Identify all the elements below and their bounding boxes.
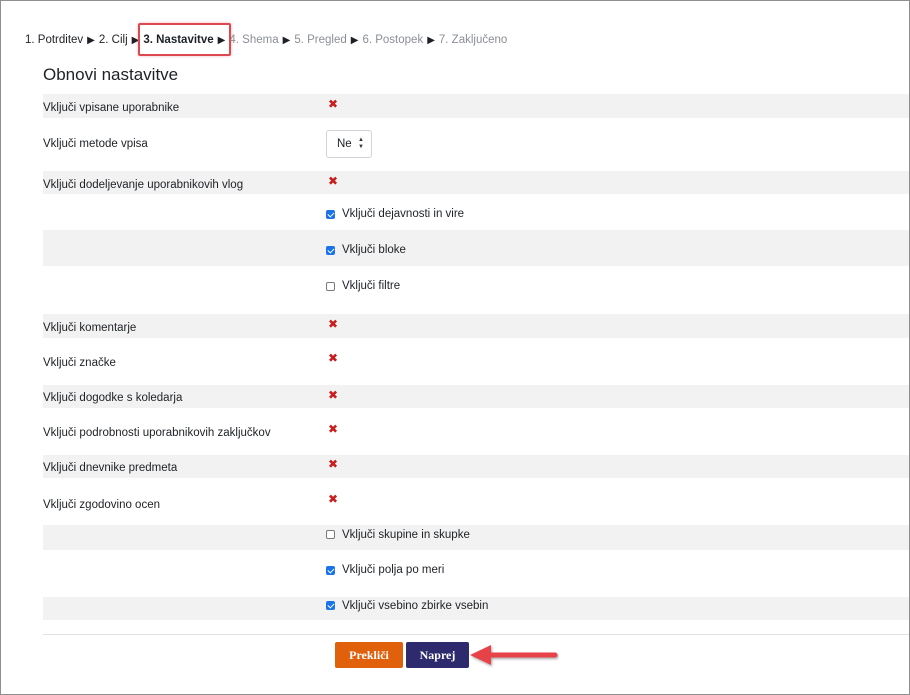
x-icon: ✖ (328, 422, 339, 436)
select-value: Ne (337, 138, 352, 150)
setting-row-filters: Vključi filtre (43, 266, 909, 314)
x-icon: ✖ (328, 97, 339, 111)
current-step-highlight-box (138, 23, 231, 56)
setting-row-course-logs: Vključi dnevnike predmeta ✖ (43, 455, 909, 478)
step-separator-icon: ▶ (350, 34, 359, 46)
checkbox-label: Vključi filtre (342, 280, 401, 292)
setting-row-comments: Vključi komentarje ✖ (43, 314, 909, 338)
setting-row-blocks: Vključi bloke (43, 230, 909, 266)
filters-checkbox[interactable] (326, 282, 335, 291)
setting-label: Vključi dodeljevanje uporabnikovih vlog (43, 179, 244, 191)
x-icon: ✖ (328, 457, 339, 471)
x-icon: ✖ (328, 317, 339, 331)
step-separator-icon: ▶ (427, 34, 435, 46)
x-icon: ✖ (328, 174, 339, 188)
custom-fields-checkbox[interactable] (326, 566, 335, 575)
x-icon: ✖ (328, 492, 339, 506)
setting-label: Vključi podrobnosti uporabnikovih zaklju… (43, 427, 271, 439)
cancel-button[interactable]: Prekliči (335, 642, 403, 668)
activities-checkbox[interactable] (326, 210, 335, 219)
step-process: 6. Postopek (362, 34, 424, 46)
setting-row-enrolled-users: Vključi vpisane uporabnike ✖ (43, 94, 909, 118)
checkbox-label: Vključi bloke (342, 244, 406, 256)
setting-row-activities: Vključi dejavnosti in vire (43, 194, 909, 230)
setting-row-content-bank: Vključi vsebino zbirke vsebin (43, 597, 909, 620)
step-complete: 7. Zaključeno (438, 34, 508, 46)
step-separator-icon: ▶ (282, 34, 291, 46)
setting-label: Vključi komentarje (43, 322, 137, 334)
setting-row-enrol-methods: Vključi metode vpisa Ne ▲ ▼ (43, 118, 909, 171)
setting-label: Vključi vpisane uporabnike (43, 102, 180, 114)
checkbox-label: Vključi dejavnosti in vire (342, 208, 465, 220)
groups-checkbox[interactable] (326, 530, 335, 539)
step-confirm: 1. Potrditev (25, 34, 84, 46)
form-divider (43, 634, 909, 635)
setting-row-groups: Vključi skupine in skupke (43, 525, 909, 550)
select-caret-icon: ▲ ▼ (358, 137, 364, 150)
x-icon: ✖ (328, 351, 339, 365)
section-title: Obnovi nastavitve (43, 65, 179, 84)
setting-row-completion-details: Vključi podrobnosti uporabnikovih zaklju… (43, 408, 909, 455)
setting-row-badges: Vključi značke ✖ (43, 338, 909, 385)
next-button[interactable]: Naprej (406, 642, 469, 668)
step-destination: 2. Cilj (98, 34, 128, 46)
setting-row-role-assignments: Vključi dodeljevanje uporabnikovih vlog … (43, 171, 909, 194)
checkbox-label: Vključi skupine in skupke (342, 529, 470, 541)
setting-row-grade-history: Vključi zgodovino ocen ✖ (43, 478, 909, 525)
setting-label: Vključi dnevnike predmeta (43, 462, 178, 474)
setting-label: Vključi značke (43, 357, 116, 369)
enrol-methods-select[interactable]: Ne ▲ ▼ (326, 130, 372, 158)
setting-label: Vključi dogodke s koledarja (43, 392, 183, 404)
step-schema: 4. Shema (229, 34, 279, 46)
x-icon: ✖ (328, 388, 339, 402)
restore-settings-window: 1. Potrditev ▶ 2. Cilj ▶ 3. Nastavitve ▶… (0, 0, 910, 695)
checkbox-label: Vključi polja po meri (342, 564, 445, 576)
setting-label: Vključi zgodovino ocen (43, 499, 160, 511)
restore-stepper: 1. Potrditev ▶ 2. Cilj ▶ 3. Nastavitve ▶… (25, 33, 507, 47)
step-review: 5. Pregled (294, 34, 347, 46)
step-separator-icon: ▶ (87, 34, 95, 46)
content-bank-checkbox[interactable] (326, 601, 335, 610)
setting-label: Vključi metode vpisa (43, 138, 148, 150)
setting-row-custom-fields: Vključi polja po meri (43, 550, 909, 597)
setting-row-calendar-events: Vključi dogodke s koledarja ✖ (43, 385, 909, 408)
checkbox-label: Vključi vsebino zbirke vsebin (342, 600, 489, 612)
blocks-checkbox[interactable] (326, 246, 335, 255)
pointer-arrow-icon (470, 645, 558, 665)
